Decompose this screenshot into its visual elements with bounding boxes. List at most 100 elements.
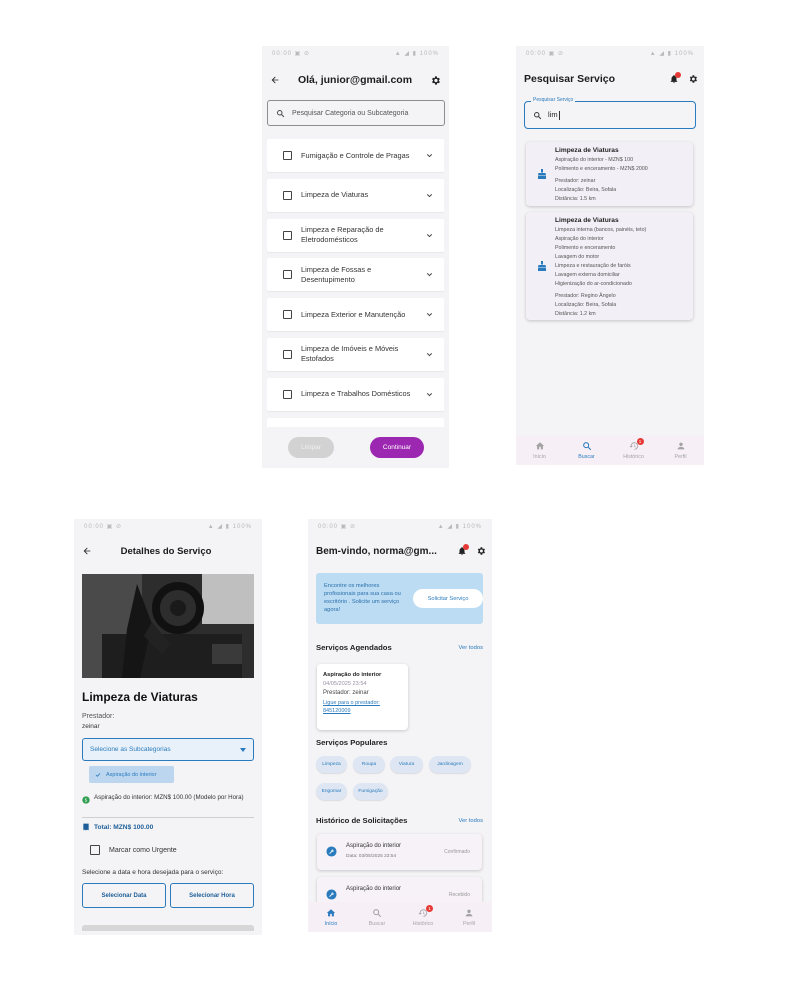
category-label: Limpeza de Fossas e Desentupimento bbox=[301, 264, 372, 284]
app-bar: Bem-vindo, norma@gm... bbox=[316, 543, 486, 559]
category-item[interactable]: Limpeza e Trabalhos Domésticos bbox=[267, 377, 444, 411]
nav-item-historico[interactable]: 1 Histórico bbox=[400, 902, 446, 932]
nav-label: Histórico bbox=[623, 453, 644, 460]
text-caret bbox=[558, 110, 560, 120]
checkbox[interactable] bbox=[283, 190, 292, 200]
scheduled-card[interactable]: Aspiração do interior 04/05/2025 23:54 P… bbox=[317, 664, 408, 730]
bell-icon[interactable] bbox=[457, 544, 469, 556]
checkbox[interactable] bbox=[283, 389, 292, 399]
status-bar: 00:00 ▣ ⊘ ▲ ◢ ▮ 100% bbox=[308, 519, 492, 533]
nav-item-inicio[interactable]: Início bbox=[516, 435, 563, 465]
category-screen: 00:00 ▣ ⊘ ▲ ◢ ▮ 100% Olá, junior@gmail.c… bbox=[262, 46, 449, 468]
search-value: lim bbox=[548, 110, 560, 120]
bottom-button-partial[interactable] bbox=[82, 925, 254, 931]
bell-icon[interactable] bbox=[669, 72, 681, 84]
action-bar: Limpar Continuar bbox=[262, 437, 449, 459]
gear-icon[interactable] bbox=[688, 74, 698, 84]
nav-item-buscar[interactable]: Buscar bbox=[354, 902, 400, 932]
service-search-input[interactable]: Pesquisar Serviço lim bbox=[524, 97, 696, 129]
category-item[interactable]: Fumigação e Controle de Pragas bbox=[267, 139, 444, 172]
status-right: ▲ ◢ ▮ 100% bbox=[649, 50, 694, 57]
chevron-down-icon[interactable] bbox=[425, 191, 434, 200]
category-item[interactable]: Limpeza de Fossas e Desentupimento bbox=[267, 258, 444, 292]
result-card[interactable]: Limpeza de Viaturas Aspiração do interio… bbox=[526, 142, 693, 206]
chevron-down-icon[interactable] bbox=[425, 310, 434, 319]
search-icon bbox=[533, 111, 542, 120]
see-all-scheduled-link[interactable]: Ver todos bbox=[459, 645, 484, 651]
category-item[interactable]: Limpeza de Viaturas bbox=[267, 178, 444, 212]
search-icon bbox=[276, 109, 285, 118]
nav-item-historico[interactable]: 1 Histórico bbox=[610, 435, 657, 465]
subcategory-dropdown[interactable]: Selecione as Subcategorias bbox=[82, 738, 254, 761]
nav-item-perfil[interactable]: Perfil bbox=[446, 902, 492, 932]
app-bar: Detalhes do Serviço bbox=[82, 543, 254, 559]
checkbox[interactable] bbox=[283, 349, 292, 359]
popular-chip[interactable]: Jardinagem bbox=[429, 756, 471, 773]
urgent-checkbox[interactable] bbox=[90, 845, 100, 855]
checkbox[interactable] bbox=[283, 151, 292, 160]
service-photo bbox=[82, 574, 254, 678]
category-item-partial[interactable] bbox=[267, 417, 444, 427]
checkbox[interactable] bbox=[283, 270, 292, 280]
selected-subcategory-chip[interactable]: Aspiração do interior bbox=[89, 766, 174, 783]
chevron-down-icon[interactable] bbox=[425, 231, 434, 240]
result-title: Limpeza de Viaturas bbox=[555, 217, 619, 224]
category-item[interactable]: Limpeza Exterior e Manutenção bbox=[267, 298, 444, 332]
result-location: Localização: Beira, Sofala bbox=[555, 302, 617, 308]
history-icon: 1 bbox=[628, 437, 644, 453]
request-service-button[interactable]: Solicitar Serviço bbox=[413, 589, 483, 608]
select-time-button[interactable]: Selecionar Hora bbox=[170, 883, 254, 908]
checkbox[interactable] bbox=[283, 310, 292, 320]
nav-item-inicio[interactable]: Início bbox=[308, 902, 354, 932]
category-item[interactable]: Limpeza de Imóveis e Móveis Estofados bbox=[267, 337, 444, 371]
continue-button[interactable]: Continuar bbox=[370, 437, 424, 458]
clear-button[interactable]: Limpar bbox=[288, 437, 334, 458]
page-title: Pesquisar Serviço bbox=[524, 73, 616, 85]
section-title: Serviços Agendados bbox=[316, 643, 392, 652]
notification-dot bbox=[675, 72, 681, 78]
popular-chip[interactable]: Viatura bbox=[390, 756, 423, 773]
back-arrow-icon[interactable] bbox=[270, 75, 280, 85]
popular-chip[interactable]: Fumigação bbox=[353, 783, 388, 800]
category-search-input[interactable]: Pesquisar Categoria ou Subcategoria bbox=[267, 100, 445, 126]
notification-dot bbox=[463, 544, 469, 550]
popular-chip[interactable]: Limpeza bbox=[316, 756, 347, 773]
category-label: Fumigação e Controle de Pragas bbox=[301, 150, 410, 160]
category-list: Fumigação e Controle de Pragas Limpeza d… bbox=[267, 139, 444, 427]
see-all-history-link[interactable]: Ver todos bbox=[459, 818, 484, 824]
history-title: Aspiração do interior bbox=[346, 886, 402, 892]
category-item[interactable]: Limpeza e Reparação de Eletrodomésticos bbox=[267, 218, 444, 252]
status-left: 00:00 ▣ ⊘ bbox=[272, 50, 311, 57]
gear-icon[interactable] bbox=[430, 75, 441, 86]
chevron-down-icon[interactable] bbox=[425, 270, 434, 279]
popular-chip[interactable]: Engomar bbox=[316, 783, 347, 800]
gear-icon[interactable] bbox=[476, 546, 486, 556]
bottom-nav: Início Buscar 1 Histórico Perfil bbox=[308, 902, 492, 932]
back-arrow-icon[interactable] bbox=[82, 546, 92, 556]
checkbox[interactable] bbox=[283, 230, 292, 240]
result-sub: Higienização do ar-condicionado bbox=[555, 281, 632, 287]
history-date: Data: 03/05/2025 23:54 bbox=[346, 854, 397, 859]
result-sub: Polimento e enceramento - MZN$ 2000 bbox=[555, 166, 648, 172]
date-prompt: Selecione a data e hora desejada para o … bbox=[82, 869, 224, 876]
nav-item-buscar[interactable]: Buscar bbox=[563, 435, 610, 465]
chevron-down-icon[interactable] bbox=[425, 151, 434, 160]
select-date-button[interactable]: Selecionar Data bbox=[82, 883, 166, 908]
cleaning-brush-icon bbox=[536, 260, 548, 272]
search-field-label: Pesquisar Serviço bbox=[531, 97, 576, 103]
nav-item-perfil[interactable]: Perfil bbox=[657, 435, 704, 465]
page-title: Bem-vindo, norma@gm... bbox=[316, 545, 437, 557]
prestador-label: Prestador: bbox=[82, 713, 115, 720]
scheduled-prestador: Prestador: zeinar bbox=[323, 690, 369, 696]
category-label: Limpeza Exterior e Manutenção bbox=[301, 309, 406, 319]
popular-chip[interactable]: Roupa bbox=[353, 756, 385, 773]
call-prestador-link[interactable]: Ligue para o prestador: 845120009 bbox=[323, 699, 402, 715]
history-item[interactable]: Aspiração do interior Data: 03/05/2025 2… bbox=[317, 834, 482, 870]
status-right: ▲ ◢ ▮ 100% bbox=[437, 523, 482, 530]
chevron-down-icon[interactable] bbox=[425, 390, 434, 399]
nav-label: Histórico bbox=[412, 920, 434, 927]
chevron-down-icon[interactable] bbox=[425, 350, 434, 359]
result-card[interactable]: Limpeza de Viaturas Limpeza interna (ban… bbox=[526, 212, 693, 320]
result-distance: Distância: 1.5 km bbox=[555, 196, 596, 202]
urgent-row[interactable]: Marcar como Urgente bbox=[90, 845, 177, 855]
